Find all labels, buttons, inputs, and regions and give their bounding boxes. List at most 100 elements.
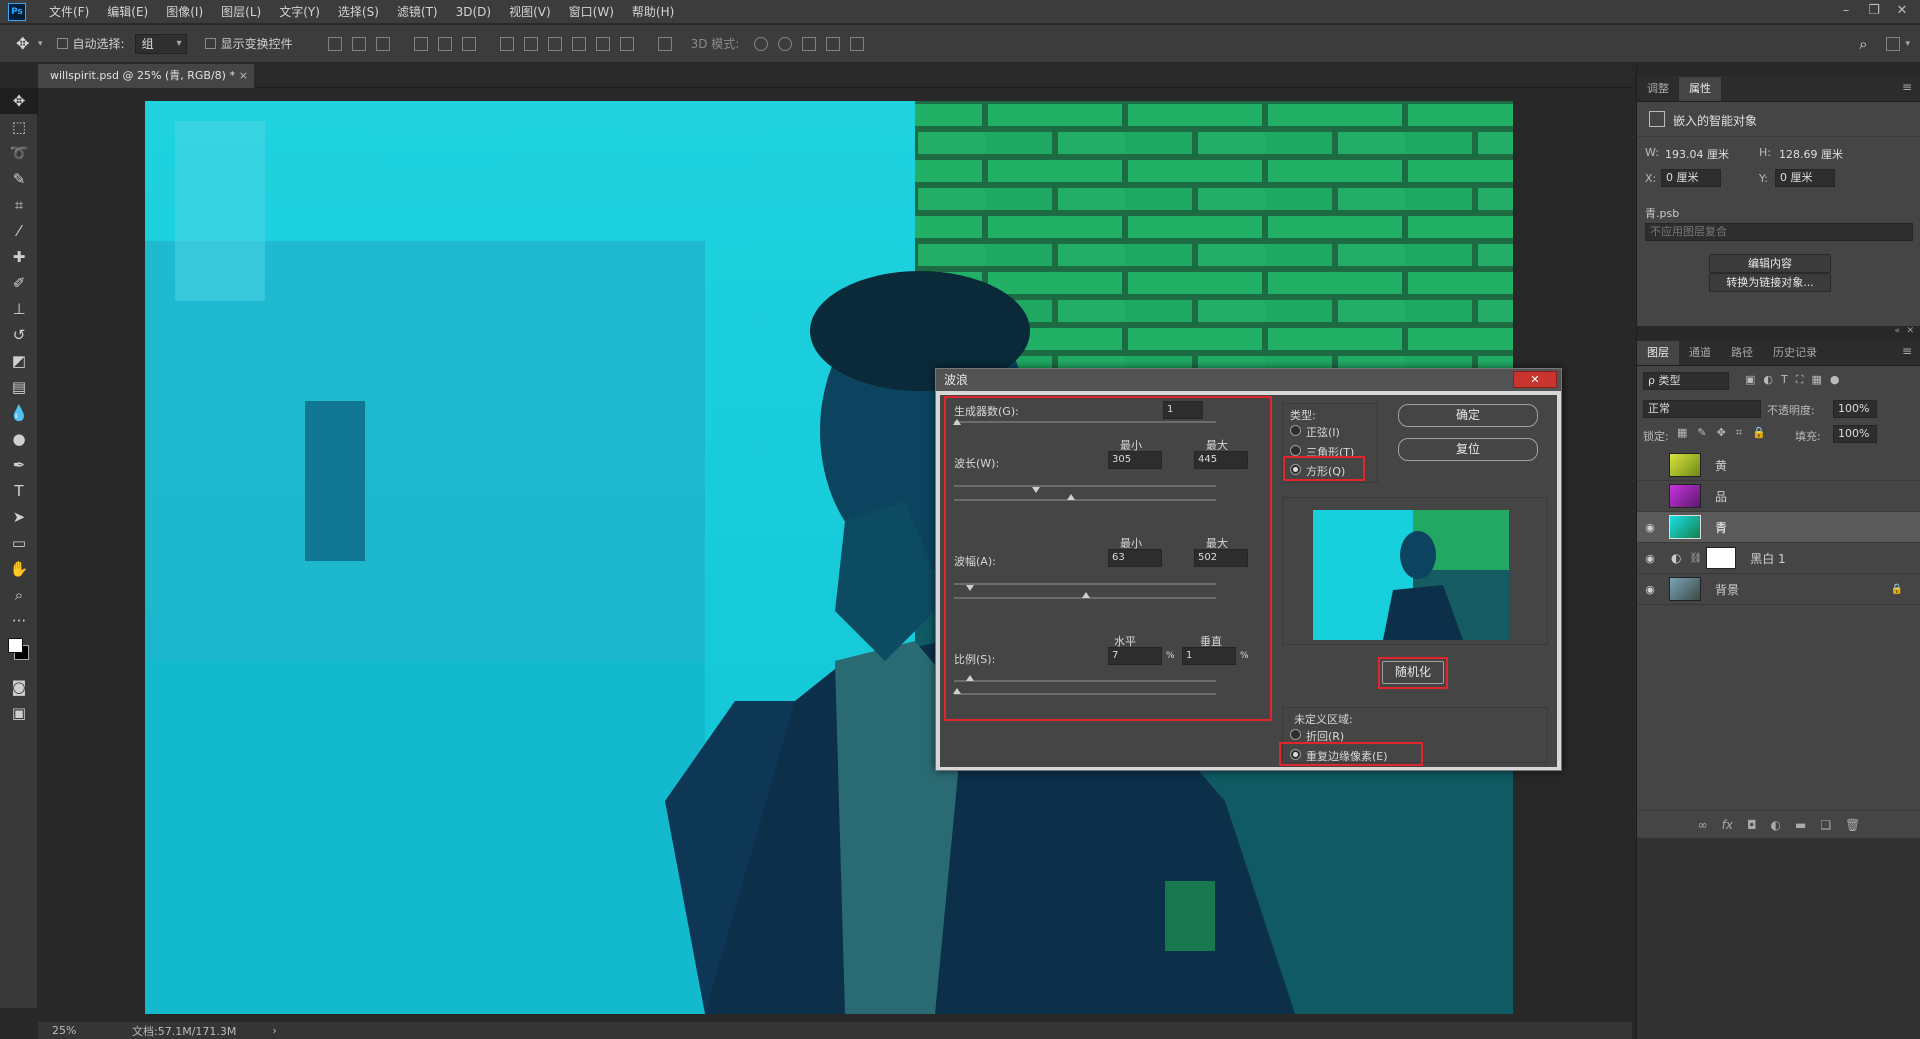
status-menu-arrow-icon[interactable]: ›	[272, 1024, 276, 1037]
marquee-tool-icon[interactable]: ⬚	[0, 114, 38, 140]
adjustment-icon[interactable]: ◐	[1771, 818, 1781, 832]
dodge-tool-icon[interactable]: ●	[0, 426, 38, 452]
filter-pixel-icon[interactable]: ▣	[1745, 373, 1755, 387]
layer-row-magenta[interactable]: 品	[1637, 481, 1920, 512]
align-left-icon[interactable]	[413, 36, 428, 51]
menu-image[interactable]: 图像(I)	[157, 0, 212, 24]
menu-3d[interactable]: 3D(D)	[447, 0, 500, 24]
close-window-icon[interactable]: ✕	[1888, 0, 1916, 22]
align-hcenter-icon[interactable]	[437, 36, 452, 51]
distribute-hcenter-icon[interactable]	[595, 36, 610, 51]
workspace-icon[interactable]	[1886, 36, 1901, 51]
clone-stamp-tool-icon[interactable]: ⊥	[0, 296, 38, 322]
menu-file[interactable]: 文件(F)	[40, 0, 98, 24]
blend-mode-select[interactable]: 正常	[1643, 400, 1761, 418]
eye-icon[interactable]: ◉	[1637, 552, 1663, 565]
tab-adjustments[interactable]: 调整	[1637, 77, 1679, 101]
auto-select-dropdown[interactable]: 组	[134, 33, 187, 54]
mask-icon[interactable]: ◘	[1747, 818, 1757, 832]
gradient-tool-icon[interactable]: ▤	[0, 374, 38, 400]
menu-edit[interactable]: 编辑(E)	[98, 0, 157, 24]
close-panel-icon[interactable]: ✕	[1906, 326, 1914, 336]
lock-move-icon[interactable]: ✥	[1717, 426, 1726, 440]
y-field[interactable]: 0 厘米	[1775, 169, 1835, 187]
distribute-bottom-icon[interactable]	[547, 36, 562, 51]
x-field[interactable]: 0 厘米	[1661, 169, 1721, 187]
lasso-tool-icon[interactable]: ➰	[0, 140, 38, 166]
eraser-tool-icon[interactable]: ◩	[0, 348, 38, 374]
link-icon[interactable]: ∞	[1698, 818, 1708, 832]
more-tools-icon[interactable]: ···	[0, 608, 38, 634]
restore-icon[interactable]: ❐	[1860, 0, 1888, 22]
shape-tool-icon[interactable]: ▭	[0, 530, 38, 556]
history-brush-tool-icon[interactable]: ↺	[0, 322, 38, 348]
tool-preset-chevron-icon[interactable]: ▾	[38, 39, 43, 49]
zoom-tool-icon[interactable]: ⌕	[0, 582, 38, 608]
convert-to-linked-button[interactable]: 转换为链接对象...	[1709, 273, 1831, 292]
workspace-chevron-icon[interactable]: ▾	[1905, 39, 1910, 49]
menu-filter[interactable]: 滤镜(T)	[388, 0, 447, 24]
filter-toggle-icon[interactable]: ●	[1830, 373, 1840, 387]
eye-icon[interactable]: ◉	[1637, 521, 1663, 534]
menu-layer[interactable]: 图层(L)	[212, 0, 270, 24]
menu-select[interactable]: 选择(S)	[329, 0, 388, 24]
3d-orbit-icon[interactable]	[754, 36, 769, 51]
3d-pan-icon[interactable]	[802, 36, 817, 51]
close-tab-icon[interactable]: ×	[239, 64, 248, 88]
auto-align-icon[interactable]	[657, 36, 672, 51]
distribute-left-icon[interactable]	[571, 36, 586, 51]
ok-button[interactable]: 确定	[1398, 404, 1538, 427]
tab-paths[interactable]: 路径	[1721, 341, 1763, 365]
eyedropper-tool-icon[interactable]: ⁄	[0, 218, 38, 244]
dialog-title-bar[interactable]: 波浪 ✕	[936, 369, 1561, 391]
align-right-icon[interactable]	[461, 36, 476, 51]
height-value[interactable]: 128.69 厘米	[1779, 146, 1843, 162]
reset-button[interactable]: 复位	[1398, 438, 1538, 461]
fill-field[interactable]: 100%	[1833, 425, 1877, 443]
type-triangle-radio[interactable]	[1290, 445, 1301, 456]
minimize-icon[interactable]: –	[1832, 0, 1860, 22]
distribute-vcenter-icon[interactable]	[523, 36, 538, 51]
tab-properties[interactable]: 属性	[1679, 77, 1721, 101]
document-tab[interactable]: willspirit.psd @ 25% (青, RGB/8) * ×	[38, 64, 254, 88]
width-value[interactable]: 193.04 厘米	[1665, 146, 1729, 162]
menu-window[interactable]: 窗口(W)	[560, 0, 623, 24]
hand-tool-icon[interactable]: ✋	[0, 556, 38, 582]
lock-paint-icon[interactable]: ✎	[1697, 426, 1706, 440]
new-layer-icon[interactable]: ❏	[1820, 818, 1831, 832]
dialog-close-button[interactable]: ✕	[1513, 371, 1557, 388]
panel-menu-icon[interactable]: ≡	[1902, 80, 1912, 94]
brush-tool-icon[interactable]: ✐	[0, 270, 38, 296]
layer-filter-select[interactable]: ρ 类型	[1643, 372, 1729, 390]
filter-type-icon[interactable]: T	[1781, 373, 1788, 387]
move-tool-icon[interactable]: ✥	[0, 88, 38, 114]
blur-tool-icon[interactable]: 💧	[0, 400, 38, 426]
show-transform-checkbox[interactable]	[204, 38, 216, 49]
filter-shape-icon[interactable]: ⛶	[1796, 373, 1804, 387]
quick-select-tool-icon[interactable]: ✎	[0, 166, 38, 192]
wrap-around-radio[interactable]	[1290, 729, 1301, 740]
screen-mode-icon[interactable]: ▣	[0, 700, 38, 726]
lock-all-icon[interactable]: 🔒	[1752, 426, 1766, 440]
pen-tool-icon[interactable]: ✒	[0, 452, 38, 478]
type-tool-icon[interactable]: T	[0, 478, 38, 504]
tab-history[interactable]: 历史记录	[1763, 341, 1827, 365]
3d-slide-icon[interactable]	[826, 36, 841, 51]
align-bottom-icon[interactable]	[375, 36, 390, 51]
folder-icon[interactable]: ▬	[1795, 818, 1806, 832]
fx-icon[interactable]: fx	[1722, 818, 1733, 832]
lock-artboard-icon[interactable]: ⌗	[1736, 426, 1742, 440]
auto-select-checkbox[interactable]	[56, 38, 68, 49]
tab-layers[interactable]: 图层	[1637, 341, 1679, 365]
3d-roll-icon[interactable]	[778, 36, 793, 51]
filter-smart-icon[interactable]: ▦	[1811, 373, 1821, 387]
layer-row-cyan[interactable]: ◉ 青	[1637, 512, 1920, 543]
filter-adjustment-icon[interactable]: ◐	[1763, 373, 1773, 387]
menu-view[interactable]: 视图(V)	[500, 0, 560, 24]
crop-tool-icon[interactable]: ⌗	[0, 192, 38, 218]
healing-brush-tool-icon[interactable]: ✚	[0, 244, 38, 270]
layer-mask-thumbnail[interactable]	[1706, 547, 1737, 569]
foreground-color-swatch[interactable]	[8, 638, 23, 653]
layer-row-yellow[interactable]: 黄	[1637, 450, 1920, 481]
quick-mask-icon[interactable]: ◙	[0, 674, 38, 700]
